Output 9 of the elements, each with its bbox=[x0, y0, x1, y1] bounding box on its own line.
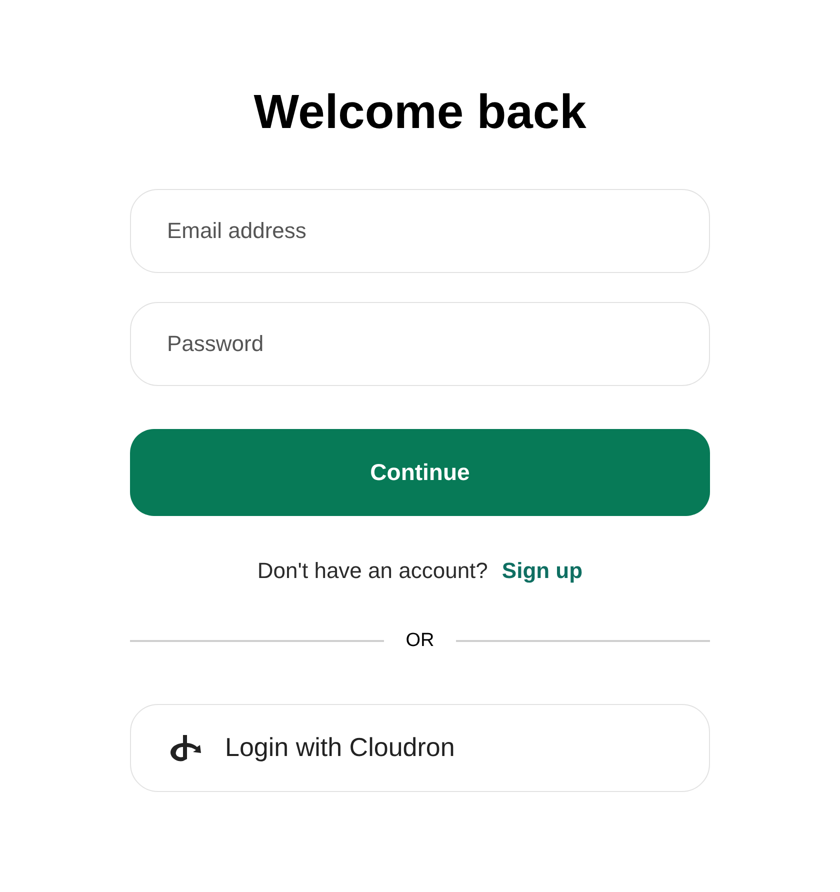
page-title: Welcome back bbox=[254, 85, 586, 141]
input-field[interactable]: Email address bbox=[130, 189, 710, 273]
divider-label: OR bbox=[404, 629, 436, 653]
openid-icon bbox=[169, 732, 203, 762]
signup-prompt: Don't have an account? bbox=[257, 557, 488, 585]
signup-link[interactable]: Sign up bbox=[502, 554, 583, 587]
continue-button[interactable]: Continue bbox=[130, 429, 710, 516]
sso-button[interactable]: Login with Cloudron bbox=[130, 704, 710, 792]
input-field[interactable]: Password bbox=[130, 302, 710, 386]
